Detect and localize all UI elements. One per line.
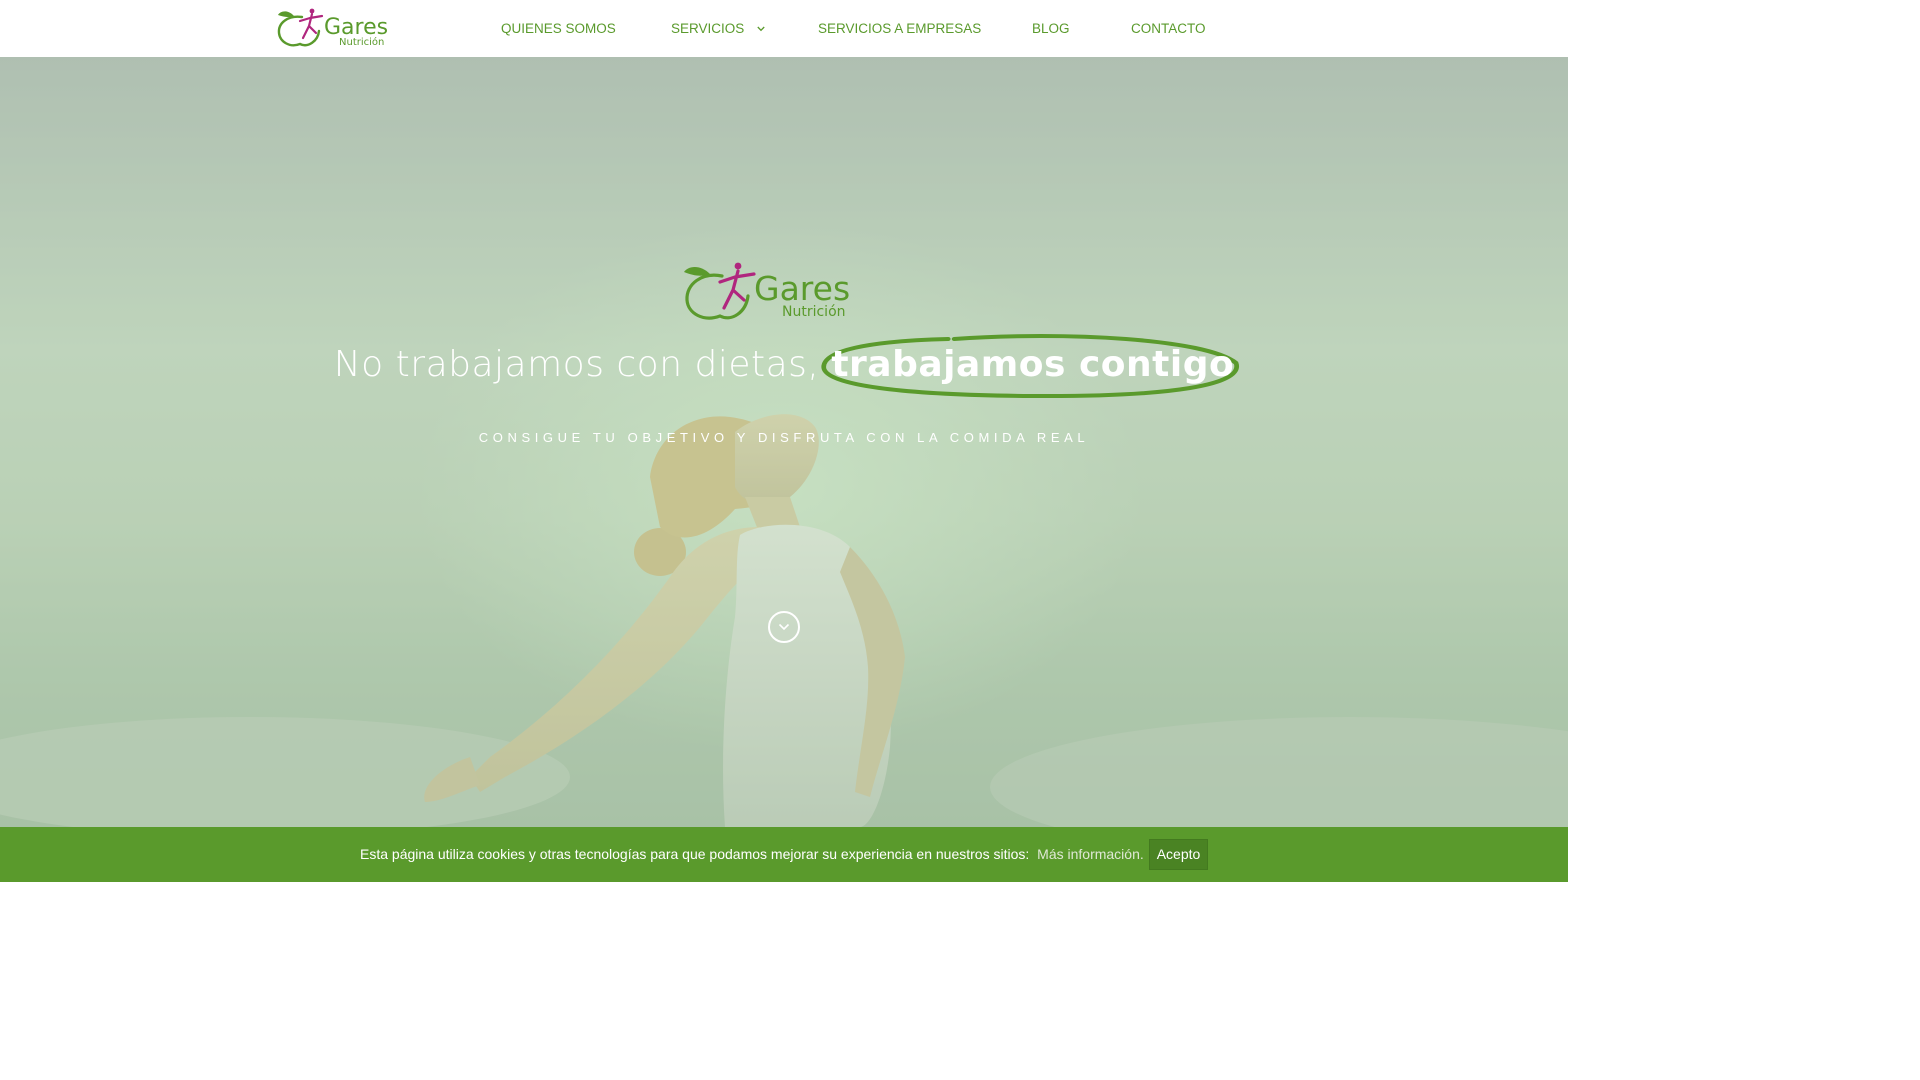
scroll-down-button[interactable] xyxy=(768,611,800,643)
nav-item-servicios-empresas[interactable]: SERVICIOS A EMPRESAS xyxy=(818,20,981,38)
headline-emphasis: trabajamos contigo xyxy=(821,334,1240,399)
nav-label: BLOG xyxy=(1032,21,1070,36)
svg-text:Nutrición: Nutrición xyxy=(782,304,846,320)
headline-lead: No trabajamos con dietas, xyxy=(333,344,820,385)
nav-item-contacto[interactable]: CONTACTO xyxy=(1131,20,1206,38)
nav-label: SERVICIOS xyxy=(671,21,745,36)
cookie-notice: Esta página utiliza cookies y otras tecn… xyxy=(360,846,1144,862)
hero-section: Gares Nutrición No trabajamos con dietas… xyxy=(0,57,1568,827)
cookie-text: Esta página utiliza cookies y otras tecn… xyxy=(360,846,1030,862)
hero-content: Gares Nutrición No trabajamos con dietas… xyxy=(0,57,1568,827)
nav-label: SERVICIOS A EMPRESAS xyxy=(818,21,982,36)
gares-nutricion-logo-icon: Gares Nutrición xyxy=(277,8,388,48)
nav-label: CONTACTO xyxy=(1131,21,1206,36)
nav-item-blog[interactable]: BLOG xyxy=(1032,20,1070,38)
svg-text:Nutrición: Nutrición xyxy=(339,36,384,48)
chevron-down-icon xyxy=(757,26,765,32)
header-logo[interactable]: Gares Nutrición xyxy=(276,7,404,49)
svg-text:Gares: Gares xyxy=(754,269,850,308)
nav-label: QUIENES SOMOS xyxy=(501,21,616,36)
nav-item-quienes-somos[interactable]: QUIENES SOMOS xyxy=(501,20,616,38)
headline-emphasis-text: trabajamos contigo xyxy=(831,344,1235,385)
cookie-bar: Esta página utiliza cookies y otras tecn… xyxy=(0,827,1568,882)
site-header: Gares Nutrición QUIENES SOMOS SERVICIOS … xyxy=(0,0,1568,57)
nav-item-servicios[interactable]: SERVICIOS xyxy=(671,20,765,38)
hero-headline: No trabajamos con dietas, trabajamos con… xyxy=(0,334,1568,399)
cookie-accept-button[interactable]: Acepto xyxy=(1149,839,1208,870)
hero-tagline: CONSIGUE TU OBJETIVO Y DISFRUTA CON LA C… xyxy=(478,430,1090,445)
hero-logo-icon: Gares Nutrición xyxy=(684,262,850,320)
chevron-down-icon xyxy=(778,623,790,631)
cookie-more-info-link[interactable]: Más información. xyxy=(1037,846,1144,862)
